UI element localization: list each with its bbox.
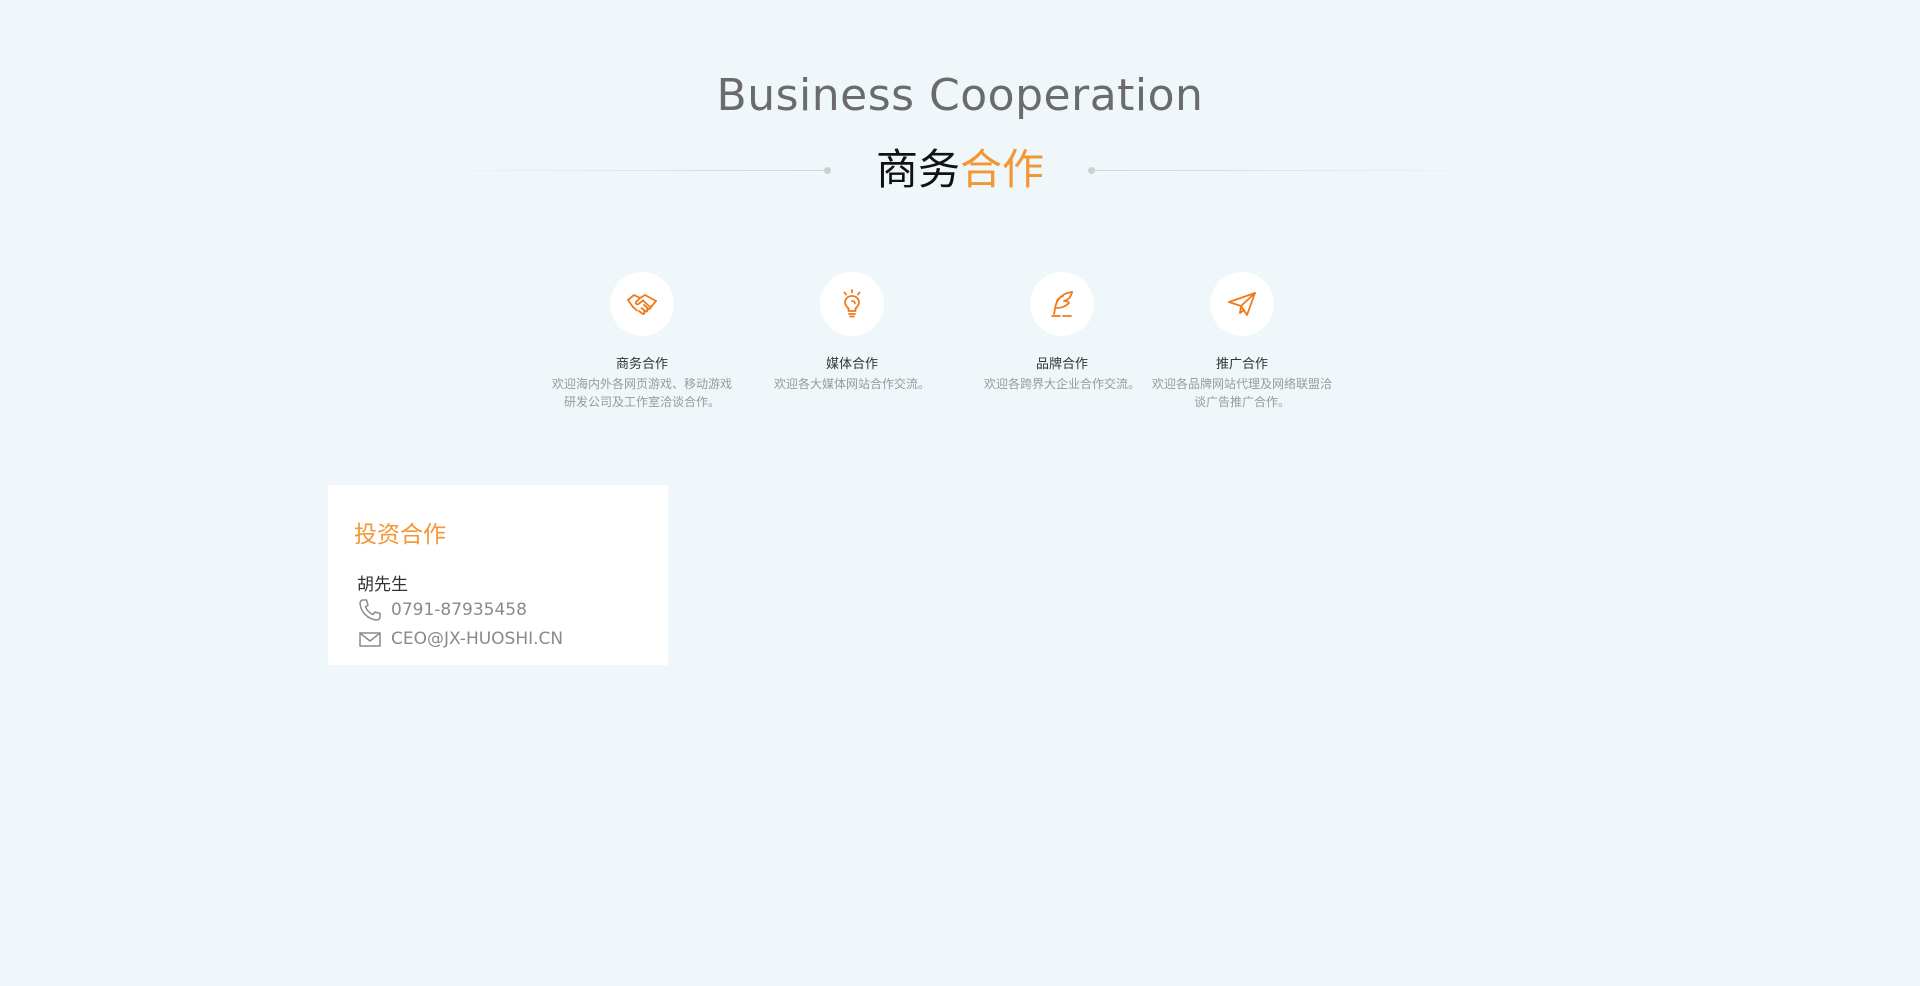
coop-item-name: 推广合作 [1215,357,1268,372]
page: Business Cooperation 商务合作 商务合作 欢迎海内外各网页游… [0,0,1920,986]
title-divider-right [1092,170,1500,171]
coop-item-desc: 欢迎各品牌网站代理及网络联盟洽谈广告推广合作。 [1151,377,1332,409]
quill-icon [1030,272,1094,336]
paper-plane-icon [1210,272,1274,336]
section-title-cn-dark: 商务 [875,145,960,194]
coop-item-name: 品牌合作 [1035,357,1088,372]
contact-phone-row: 0791-87935458 [357,597,527,623]
coop-item-name: 媒体合作 [825,357,878,372]
coop-item-brand: 品牌合作 欢迎各跨界大企业合作交流。 [967,272,1157,393]
coop-item-name: 商务合作 [615,357,668,372]
contact-phone[interactable]: 0791-87935458 [391,600,527,620]
section-title-cn-accent: 合作 [960,145,1045,194]
section-title-en: Business Cooperation [716,70,1204,121]
coop-item-desc: 欢迎海内外各网页游戏、移动游戏研发公司及工作室洽谈合作。 [551,377,732,409]
coop-item-media: 媒体合作 欢迎各大媒体网站合作交流。 [757,272,947,393]
contact-card-title: 投资合作 [354,522,446,548]
lightbulb-icon [820,272,884,336]
contact-email[interactable]: CEO@JX-HUOSHI.CN [391,629,563,649]
contact-name: 胡先生 [357,575,408,595]
contact-card: 投资合作 胡先生 0791-87935458 CEO@JX-HUOSHI.CN [328,485,668,665]
section-title-cn: 商务合作 [0,142,1920,198]
phone-icon [357,597,383,623]
coop-item-business: 商务合作 欢迎海内外各网页游戏、移动游戏研发公司及工作室洽谈合作。 [547,272,737,411]
coop-item-desc: 欢迎各跨界大企业合作交流。 [983,377,1140,391]
coop-item-desc: 欢迎各大媒体网站合作交流。 [773,377,930,391]
mail-icon [357,626,383,652]
contact-email-row: CEO@JX-HUOSHI.CN [357,626,563,652]
section-title-row: 商务合作 [0,142,1920,202]
handshake-icon [610,272,674,336]
coop-item-promotion: 推广合作 欢迎各品牌网站代理及网络联盟洽谈广告推广合作。 [1147,272,1337,411]
